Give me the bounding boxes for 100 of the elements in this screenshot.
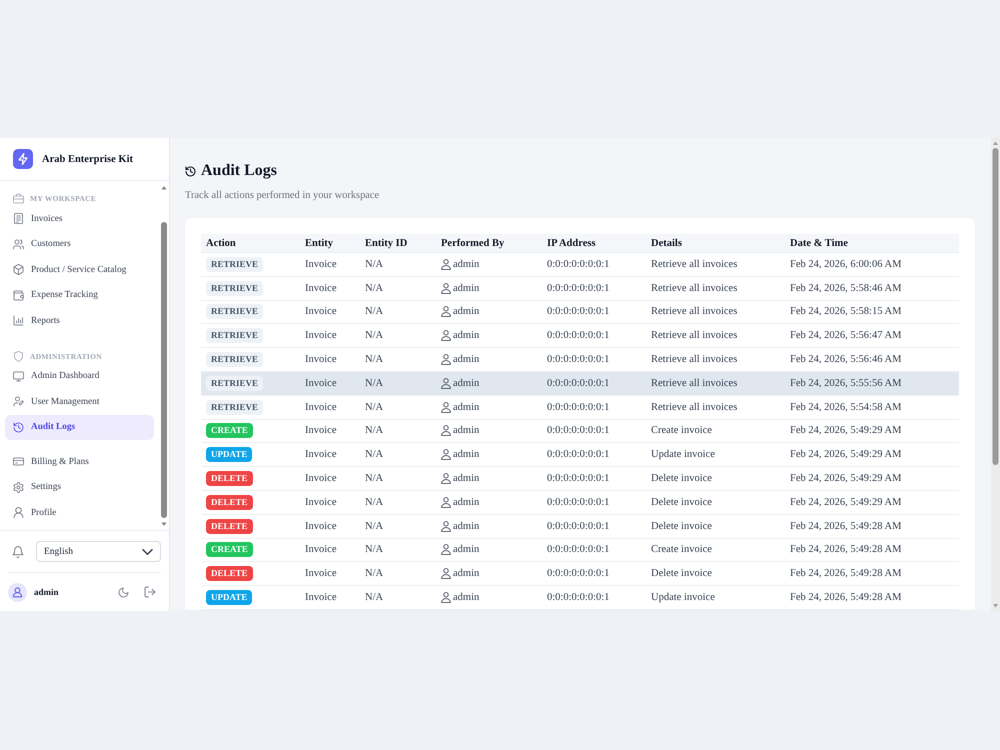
table-cell-text: Feb 24, 2026, 5:49:29 AM [789, 449, 902, 460]
logout-icon[interactable] [144, 586, 156, 598]
table-cell-text: Update invoice [650, 592, 715, 604]
table-cell-text: N/A [364, 449, 384, 460]
table-cell-text: Retrieve all invoices [650, 354, 738, 366]
table-cell-text: N/A [364, 378, 384, 389]
person-icon [13, 507, 24, 518]
person-icon [441, 258, 451, 270]
table-cell: admin [453, 402, 480, 413]
person-icon [441, 592, 451, 604]
table-cell-text: Retrieve all invoices [650, 402, 738, 413]
table-cell-text: Invoice [304, 496, 336, 508]
action-badge: RETRIEVE [206, 304, 264, 320]
table-cell: admin [453, 378, 480, 389]
avatar-icon [8, 582, 27, 602]
table-cell-text: Invoice [304, 592, 336, 604]
table-cell-text: Delete invoice [650, 520, 712, 532]
monitor-icon [13, 370, 24, 382]
table-cell-text: Feb 24, 2026, 6:00:06 AM [789, 258, 902, 270]
user-pen-icon [13, 396, 24, 408]
table-cell: admin [453, 544, 480, 556]
column-header: Performed By [440, 238, 504, 248]
table-cell-text: Feb 24, 2026, 5:49:28 AM [789, 592, 902, 604]
nav-item[interactable]: Admin Dashboard [5, 364, 154, 389]
table-cell-text: Retrieve all invoices [650, 306, 738, 318]
table-cell-text: Invoice [304, 520, 336, 532]
table-cell-text: Invoice [304, 378, 336, 389]
nav-item[interactable]: Reports [5, 308, 154, 334]
language-select[interactable]: English [36, 541, 161, 562]
table-cell-text: N/A [364, 306, 384, 318]
table-cell-text: Feb 24, 2026, 5:58:15 AM [789, 306, 902, 318]
table-cell-text: Delete invoice [650, 473, 712, 484]
table-cell-text: 0:0:0:0:0:0:0:1 [546, 520, 610, 532]
bell-icon[interactable] [12, 546, 24, 558]
table-cell-text: N/A [364, 592, 384, 604]
app-name: Arab Enterprise Kit [42, 154, 133, 164]
table-cell: admin [453, 496, 480, 508]
nav-item[interactable]: Settings [5, 474, 154, 500]
table-cell-text: Retrieve all invoices [650, 378, 738, 389]
nav-item[interactable]: Audit Logs [5, 414, 154, 440]
table-cell: admin [453, 306, 480, 318]
table-cell-text: 0:0:0:0:0:0:0:1 [546, 496, 610, 508]
table-cell-text: Create invoice [650, 425, 712, 436]
table-cell-text: Invoice [304, 402, 336, 413]
scrollbar[interactable] [991, 138, 1000, 611]
table-cell-text: Feb 24, 2026, 5:56:46 AM [789, 354, 902, 366]
action-badge: DELETE [206, 518, 253, 534]
nav-item[interactable]: Profile [5, 500, 154, 526]
page-title: Audit Logs [201, 161, 278, 181]
table-cell-text: Feb 24, 2026, 5:49:28 AM [789, 544, 902, 556]
table-cell-text: Feb 24, 2026, 5:56:47 AM [789, 330, 902, 342]
table-cell: admin [453, 473, 480, 484]
table-cell-text: N/A [364, 402, 384, 413]
table-cell-text: Invoice [304, 354, 336, 366]
nav-item[interactable]: Invoices [5, 206, 154, 232]
credit-card-icon [13, 456, 24, 468]
table-cell-text: Invoice [304, 282, 336, 294]
action-badge: DELETE [206, 471, 253, 486]
column-header: Date & Time [789, 238, 848, 248]
shield-icon [13, 350, 24, 362]
chevron-down-icon [142, 548, 153, 554]
table-cell: admin [453, 330, 480, 342]
table-cell: admin [453, 258, 480, 270]
nav-item[interactable]: Product / Service Catalog [5, 257, 154, 282]
person-icon [441, 402, 451, 413]
action-badge: CREATE [206, 542, 253, 558]
person-icon [441, 568, 451, 580]
table-cell-text: N/A [364, 473, 384, 484]
briefcase-icon [13, 193, 24, 204]
table-cell-text: Invoice [304, 449, 336, 460]
table-cell-text: Update invoice [650, 449, 715, 460]
action-badge: DELETE [206, 566, 253, 582]
person-icon [441, 449, 451, 460]
table-cell: admin [453, 354, 480, 366]
table-cell: admin [453, 520, 480, 532]
person-icon [441, 306, 451, 318]
table-cell-text: Invoice [304, 544, 336, 556]
nav-item[interactable]: Customers [5, 232, 154, 257]
action-badge: RETRIEVE [206, 400, 264, 415]
table-cell-text: 0:0:0:0:0:0:0:1 [546, 306, 610, 318]
action-badge: RETRIEVE [206, 256, 264, 272]
person-icon [441, 354, 451, 366]
table-cell-text: Invoice [304, 330, 336, 342]
wallet-icon [13, 290, 24, 301]
document-icon [13, 213, 24, 224]
moon-icon[interactable] [118, 586, 129, 598]
person-icon [441, 378, 451, 389]
table-cell-text: Invoice [304, 568, 336, 580]
table-cell-text: 0:0:0:0:0:0:0:1 [546, 473, 610, 484]
table-cell-text: N/A [364, 330, 384, 342]
person-icon [441, 282, 451, 294]
table-cell-text: Delete invoice [650, 496, 712, 508]
table-cell-text: 0:0:0:0:0:0:0:1 [546, 402, 610, 413]
table-cell-text: Feb 24, 2026, 5:55:56 AM [789, 378, 902, 389]
nav-item[interactable]: User Management [5, 389, 154, 414]
action-badge: CREATE [206, 423, 253, 438]
logo-icon [13, 149, 33, 169]
nav-item[interactable]: Expense Tracking [5, 282, 154, 308]
nav-item[interactable]: Billing & Plans [5, 449, 154, 474]
action-badge: RETRIEVE [206, 280, 264, 296]
